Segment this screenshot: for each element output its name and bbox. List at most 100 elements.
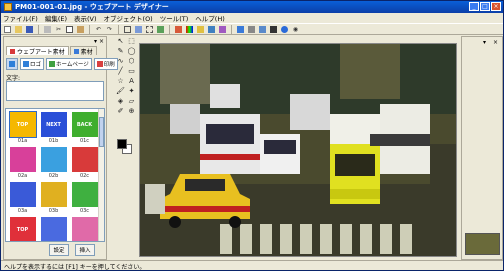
tab-material[interactable]: 素材 bbox=[69, 46, 97, 56]
material-grid: TOP 01a NEXT 01b BACK 01c 02a 02b 02c 03a 03b 03c TO… bbox=[5, 108, 105, 242]
navigator-thumbnail[interactable] bbox=[465, 233, 500, 255]
material-item[interactable] bbox=[70, 217, 99, 241]
material-item[interactable]: 03a bbox=[8, 182, 37, 215]
material-tab-icon bbox=[73, 48, 79, 54]
right-panel-pin-icon[interactable]: ▾ bbox=[480, 38, 489, 47]
web-icon[interactable] bbox=[280, 25, 289, 34]
panel-pin-icon[interactable]: ▾ bbox=[94, 38, 97, 45]
text-input[interactable] bbox=[6, 81, 104, 101]
material-thumbnail bbox=[9, 147, 36, 172]
category-homepage-button[interactable]: ホームページ bbox=[46, 58, 92, 70]
marquee-select-icon[interactable]: ⬚ bbox=[126, 36, 137, 46]
preview-icon[interactable] bbox=[269, 25, 278, 34]
layer-icon[interactable] bbox=[236, 25, 245, 34]
toolbar-separator bbox=[89, 24, 90, 34]
window-title: PM01-001-01.jpg - ウェブアート デザイナー bbox=[15, 3, 169, 11]
homepage-icon bbox=[49, 61, 56, 67]
select-arrow-icon[interactable]: ↖ bbox=[115, 36, 126, 46]
zoom-tool-icon[interactable]: ⊕ bbox=[126, 106, 137, 116]
material-thumbnail: TOP bbox=[9, 217, 36, 241]
brush-icon[interactable]: 🖌 bbox=[115, 86, 126, 96]
material-item[interactable]: 03b bbox=[39, 182, 68, 215]
material-item[interactable]: 03c bbox=[70, 182, 99, 215]
color-icon[interactable] bbox=[185, 25, 194, 34]
ellipse-icon[interactable]: ◯ bbox=[126, 46, 137, 56]
polygon-icon[interactable]: ⬡ bbox=[126, 56, 137, 66]
material-item[interactable]: NEXT 01b bbox=[39, 112, 68, 145]
image-icon[interactable] bbox=[156, 25, 165, 34]
align-icon[interactable] bbox=[247, 25, 256, 34]
filter-icon[interactable] bbox=[174, 25, 183, 34]
tab-webart-material[interactable]: ウェブアート素材 bbox=[6, 46, 69, 56]
minimize-button[interactable]: _ bbox=[469, 2, 479, 11]
panel-close-icon[interactable]: × bbox=[99, 38, 104, 45]
foreground-color-swatch[interactable] bbox=[117, 139, 127, 149]
fill-icon[interactable]: ◈ bbox=[115, 96, 126, 106]
title-bar: PM01-001-01.jpg - ウェブアート デザイナー _ □ × bbox=[1, 1, 503, 13]
material-item[interactable]: 02b bbox=[39, 147, 68, 180]
right-panel-close-icon[interactable]: × bbox=[491, 38, 500, 47]
cut-icon[interactable]: ✂ bbox=[54, 25, 63, 34]
eyedropper-icon[interactable]: ✐ bbox=[115, 106, 126, 116]
copy-icon[interactable] bbox=[65, 25, 74, 34]
material-thumbnail bbox=[9, 182, 36, 207]
toolbar-separator bbox=[38, 24, 39, 34]
category-logo-button[interactable]: ロゴ bbox=[20, 58, 45, 70]
material-scrollbar[interactable] bbox=[98, 109, 104, 241]
text-effect-icon[interactable] bbox=[207, 25, 216, 34]
tab-material-label: 素材 bbox=[80, 48, 93, 56]
star-icon[interactable]: ☆ bbox=[115, 76, 126, 86]
line-icon[interactable]: ╱ bbox=[115, 66, 126, 76]
material-item[interactable] bbox=[39, 217, 68, 241]
paste-icon[interactable] bbox=[76, 25, 85, 34]
group-icon[interactable] bbox=[258, 25, 267, 34]
category-home-button[interactable] bbox=[6, 58, 18, 70]
save-icon[interactable] bbox=[25, 25, 34, 34]
frame-icon[interactable] bbox=[218, 25, 227, 34]
tab-webart-label: ウェブアート素材 bbox=[17, 48, 65, 56]
category-logo-label: ロゴ bbox=[30, 62, 42, 68]
eye-icon[interactable]: ◉ bbox=[291, 25, 300, 34]
scrollbar-thumb[interactable] bbox=[99, 117, 104, 147]
color-selector[interactable] bbox=[117, 139, 133, 155]
material-item[interactable]: 02c bbox=[70, 147, 99, 180]
eraser-icon[interactable]: ▱ bbox=[126, 96, 137, 106]
close-button[interactable]: × bbox=[491, 2, 501, 11]
material-item-label: 03c bbox=[79, 208, 90, 214]
print-icon[interactable] bbox=[43, 25, 52, 34]
maximize-button[interactable]: □ bbox=[480, 2, 490, 11]
menu-object[interactable]: オブジェクト(O) bbox=[104, 13, 153, 23]
zoom-icon[interactable] bbox=[134, 25, 143, 34]
street-photo bbox=[140, 44, 456, 256]
material-item-label: 02c bbox=[79, 173, 90, 179]
menu-file[interactable]: ファイル(F) bbox=[3, 13, 38, 23]
material-item[interactable]: BACK 01c bbox=[70, 112, 99, 145]
undo-icon[interactable]: ↶ bbox=[94, 25, 103, 34]
toolbar-separator bbox=[118, 24, 119, 34]
image-canvas[interactable] bbox=[139, 43, 457, 257]
category-home-icon bbox=[9, 61, 15, 67]
curve-icon[interactable]: ∿ bbox=[115, 56, 126, 66]
material-thumbnail bbox=[71, 147, 98, 172]
text-tool-icon[interactable]: A bbox=[126, 76, 137, 86]
grid-icon[interactable] bbox=[123, 25, 132, 34]
insert-button[interactable]: 挿入 bbox=[75, 244, 95, 256]
rectangle-icon[interactable]: ▭ bbox=[126, 66, 137, 76]
menu-tools[interactable]: ツール(T) bbox=[160, 13, 189, 23]
menu-view[interactable]: 表示(V) bbox=[74, 13, 97, 23]
pen-icon[interactable]: ✎ bbox=[115, 46, 126, 56]
open-folder-icon[interactable] bbox=[14, 25, 23, 34]
app-icon bbox=[4, 3, 12, 11]
effect-icon[interactable] bbox=[196, 25, 205, 34]
settings-button[interactable]: 設定 bbox=[49, 244, 69, 256]
menu-help[interactable]: ヘルプ(H) bbox=[195, 13, 224, 23]
spray-icon[interactable]: ✦ bbox=[126, 86, 137, 96]
material-thumbnail bbox=[40, 217, 67, 241]
material-item[interactable]: TOP 01a bbox=[8, 111, 37, 145]
new-file-icon[interactable] bbox=[3, 25, 12, 34]
fit-icon[interactable] bbox=[145, 25, 154, 34]
menu-edit[interactable]: 編集(E) bbox=[45, 13, 67, 23]
material-item[interactable]: TOP bbox=[8, 217, 37, 241]
material-item[interactable]: 02a bbox=[8, 147, 37, 180]
redo-icon[interactable]: ↷ bbox=[105, 25, 114, 34]
